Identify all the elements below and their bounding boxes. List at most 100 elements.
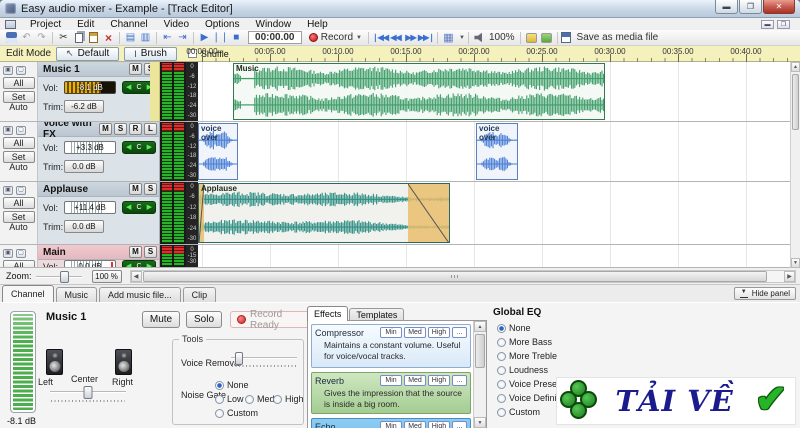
skip-end-icon[interactable]: ▶▶❘ [418,31,434,44]
volume-slider[interactable]: 0.0 dB [64,260,116,268]
expand-icon[interactable]: ▢ [16,249,26,258]
effects-scrollbar[interactable]: ▲ ▼ [473,321,486,428]
speaker-icon[interactable] [472,31,487,44]
gate-option-none[interactable]: None [215,380,249,390]
collapse-icon[interactable]: ▣ [3,249,13,258]
chevron-down-icon[interactable]: ▼ [356,35,362,41]
menu-item-help[interactable]: Help [299,19,336,30]
voice-removal-slider[interactable] [231,352,297,368]
audio-clip-voiceover-2[interactable]: voice over [476,123,518,180]
zoom-slider[interactable] [36,270,82,283]
scroll-down-icon[interactable]: ▼ [474,417,486,428]
expand-icon[interactable]: ▢ [16,186,26,195]
set-auto-button[interactable]: Set Auto [3,91,35,103]
med-button[interactable]: Med [404,327,426,338]
rewind-icon[interactable]: ◀◀ [388,31,403,44]
tab-add-music-file[interactable]: Add music file... [99,287,181,302]
restore-button[interactable]: ❐ [739,0,762,14]
close-button[interactable]: ✕ [763,0,795,14]
menu-item-channel[interactable]: Channel [102,19,155,30]
default-mode-button[interactable]: ↖Default [56,47,119,61]
menu-item-project[interactable]: Project [22,19,69,30]
vertical-scrollbar[interactable]: ▲ ▼ [790,62,800,268]
scrollbar-thumb[interactable] [475,334,485,368]
copy-icon[interactable] [71,31,86,44]
clip-lane[interactable] [198,245,790,267]
record-button[interactable]: Record ▼ [306,32,365,43]
window-green-icon[interactable] [539,31,554,44]
child-minimize-icon[interactable]: ▬ [761,20,774,29]
mute-button[interactable]: M [129,63,142,75]
hide-panel-button[interactable]: Hide panel [734,287,796,300]
brush-mode-button[interactable]: IBrush [124,47,177,61]
scroll-right-icon[interactable]: ▶ [784,271,795,282]
med-button[interactable]: Med [404,375,426,386]
eq-option-more-bass[interactable]: More Bass [497,337,552,347]
med-button[interactable]: Med [404,421,426,428]
grid-snap-icon[interactable]: ▦ [441,31,456,44]
menu-item-edit[interactable]: Edit [69,19,102,30]
mute-button[interactable]: M [129,246,142,258]
menu-item-video[interactable]: Video [156,19,197,30]
all-button[interactable]: All [3,197,35,209]
tab-effects[interactable]: Effects [307,306,348,321]
more-button[interactable]: ... [452,375,467,386]
horizontal-scrollbar[interactable]: ◀ ▶ [130,270,796,283]
solo-button[interactable]: S [144,246,157,258]
window-yellow-icon[interactable] [524,31,539,44]
forward-icon[interactable]: ▶▶ [403,31,418,44]
all-button[interactable]: All [3,77,35,89]
all-button[interactable]: All [3,260,35,268]
more-button[interactable]: ... [452,327,467,338]
collapse-icon[interactable]: ▣ [3,66,13,75]
channel-fader[interactable] [10,311,36,413]
scroll-up-icon[interactable]: ▲ [474,321,486,332]
gate-option-custom[interactable]: Custom [215,408,258,418]
set-auto-button[interactable]: Set Auto [3,151,35,163]
eq-option-loudness[interactable]: Loudness [497,365,548,375]
clip-lane[interactable]: Applause [198,182,790,244]
pan-control[interactable]: ◀C▶ [122,260,156,268]
menu-item-options[interactable]: Options [197,19,247,30]
mute-button[interactable]: M [99,123,112,135]
cut-icon[interactable]: ✂ [56,31,71,44]
snap-left-icon[interactable]: ⇤ [160,31,175,44]
eq-option-custom[interactable]: Custom [497,407,540,417]
redo-icon[interactable]: ↷ [34,31,49,44]
volume-slider[interactable]: +11.4 dB [64,201,116,214]
join-clip-icon[interactable]: ▥ [138,31,153,44]
high-button[interactable]: High [428,327,450,338]
scroll-left-icon[interactable]: ◀ [131,271,142,282]
clip-lane[interactable]: Music [198,62,790,121]
solo-button[interactable]: Solo [186,311,222,328]
tab-clip[interactable]: Clip [183,287,217,302]
gate-option-med[interactable]: Med [245,394,275,404]
tab-music[interactable]: Music [56,287,98,302]
scrollbar-thumb[interactable] [792,74,799,130]
more-button[interactable]: ... [452,421,467,428]
skip-start-icon[interactable]: ❘◀◀ [372,31,388,44]
listen-button[interactable]: L [144,123,157,135]
undo-icon[interactable]: ↶ [19,31,34,44]
high-button[interactable]: High [428,375,450,386]
stop-icon[interactable]: ■ [229,31,244,44]
mute-button[interactable]: M [129,183,142,195]
record-ready-button[interactable]: Record Ready [230,311,316,328]
min-button[interactable]: Min [380,327,402,338]
min-button[interactable]: Min [380,421,402,428]
pan-slider[interactable] [50,386,126,402]
pause-icon[interactable]: ❘❘ [212,31,229,44]
save-icon[interactable] [4,31,19,44]
audio-clip-music[interactable]: Music [233,63,605,120]
audio-clip-voiceover-1[interactable]: voice over [198,123,238,180]
tab-channel[interactable]: Channel [2,285,54,302]
scroll-up-icon[interactable]: ▲ [791,62,800,72]
menu-item-window[interactable]: Window [248,19,300,30]
volume-slider[interactable]: -8.1 dB [64,81,116,94]
eq-option-none[interactable]: None [497,323,531,333]
volume-slider[interactable]: +3.3 dB [64,141,116,154]
eq-option-more-treble[interactable]: More Treble [497,351,557,361]
solo-button[interactable]: S [144,183,157,195]
timeline-ruler[interactable]: 00:00.00 00:05.00 00:10.00 00:15.00 00:2… [196,46,790,62]
save-as-media-file-button[interactable]: Save as media file [577,32,659,43]
